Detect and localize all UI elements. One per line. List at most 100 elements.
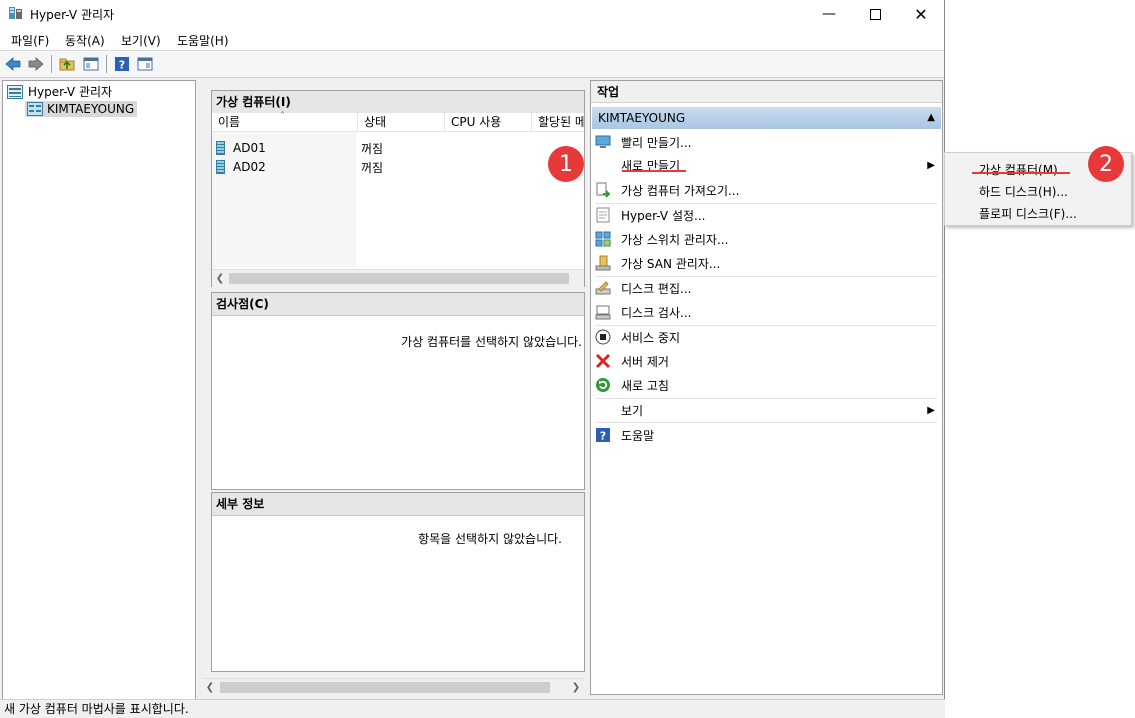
annotation-underline-vm — [972, 172, 1070, 174]
vm-icon — [216, 160, 225, 174]
inspect-disk-icon — [595, 304, 611, 320]
toolbar-separator — [51, 55, 52, 73]
tree-root-hyperv[interactable]: Hyper-V 관리자 — [7, 83, 112, 100]
help-icon: ? — [595, 427, 611, 443]
minimize-icon: — — [822, 6, 836, 22]
vm-name: AD02 — [233, 160, 266, 174]
submenu-arrow-icon: ▶ — [927, 404, 935, 416]
window-title: Hyper-V 관리자 — [30, 8, 115, 22]
forward-arrow-icon — [28, 57, 44, 71]
import-vm-icon — [595, 182, 611, 198]
server-icon — [27, 102, 43, 116]
details-panel: 세부 정보 항목을 선택하지 않았습니다. — [211, 492, 585, 672]
up-folder-button[interactable] — [58, 55, 76, 73]
submenu-item-floppy-disk[interactable]: 플로피 디스크(F)... — [979, 205, 1077, 222]
blank-icon — [595, 157, 611, 173]
console-tree: Hyper-V 관리자 KIMTAEYOUNG — [2, 80, 196, 700]
vm-name: AD01 — [233, 141, 266, 155]
submenu-item-hard-disk[interactable]: 하드 디스크(H)... — [979, 183, 1068, 200]
action-pane-button[interactable] — [136, 55, 154, 73]
help-button[interactable]: ? — [113, 55, 131, 73]
actions-group-label: KIMTAEYOUNG — [598, 111, 686, 125]
hyperv-app-icon — [9, 7, 22, 19]
action-stop-service[interactable]: 서비스 중지 — [595, 326, 937, 348]
title-bar: Hyper-V 관리자 — ✕ — [0, 0, 944, 28]
submenu-arrow-icon: ▶ — [927, 159, 935, 171]
menu-file[interactable]: 파일(F) — [11, 32, 49, 49]
action-view[interactable]: 보기 ▶ — [595, 399, 937, 421]
remove-icon — [595, 353, 611, 369]
scroll-right-icon[interactable]: ❯ — [568, 679, 584, 696]
action-inspect-disk[interactable]: 디스크 검사... — [595, 301, 937, 323]
sort-ascending-icon: ˄ — [280, 111, 285, 122]
back-button[interactable] — [4, 55, 22, 73]
action-import-vm[interactable]: 가상 컴퓨터 가져오기... — [595, 179, 937, 201]
action-edit-disk[interactable]: 디스크 편집... — [595, 277, 937, 299]
quick-create-icon — [595, 134, 611, 150]
submenu-item-virtual-machine[interactable]: 가상 컴퓨터(M)... — [979, 161, 1069, 178]
collapse-up-icon[interactable]: ▲ — [927, 107, 935, 129]
vm-icon — [216, 141, 225, 155]
toolbar-separator — [106, 55, 107, 73]
action-pane-icon — [137, 57, 153, 71]
action-remove-server[interactable]: 서버 제거 — [595, 350, 937, 372]
annotation-badge-2: 2 — [1088, 146, 1124, 182]
tree-root-label: Hyper-V 관리자 — [28, 85, 113, 99]
action-new[interactable]: 새로 만들기 ▶ — [595, 154, 937, 176]
vm-panel: 가상 컴퓨터(I) 이름 ˄ 상태 CPU 사용 할당된 메 AD01 꺼짐 A… — [211, 90, 585, 287]
details-empty-message: 항목을 선택하지 않았습니다. — [418, 532, 562, 546]
scroll-left-icon[interactable]: ❮ — [202, 679, 218, 696]
column-state[interactable]: 상태 — [358, 113, 445, 131]
menu-view[interactable]: 보기(V) — [121, 32, 161, 49]
vm-row[interactable]: AD01 꺼짐 — [216, 139, 576, 157]
vm-column-header: 이름 ˄ 상태 CPU 사용 할당된 메 — [212, 111, 584, 132]
action-refresh[interactable]: 새로 고침 — [595, 374, 937, 396]
help-icon: ? — [115, 57, 129, 72]
minimize-button[interactable]: — — [806, 0, 852, 28]
vm-row[interactable]: AD02 꺼짐 — [216, 158, 576, 176]
close-button[interactable]: ✕ — [898, 0, 944, 28]
scroll-thumb[interactable] — [220, 682, 550, 693]
actions-separator — [595, 422, 937, 423]
action-virtual-san[interactable]: 가상 SAN 관리자... — [595, 252, 937, 274]
scroll-thumb[interactable] — [229, 273, 569, 284]
action-hyperv-settings[interactable]: Hyper-V 설정... — [595, 204, 937, 226]
vm-state: 꺼짐 — [361, 160, 384, 175]
annotation-badge-1: 1 — [548, 146, 584, 182]
menu-action[interactable]: 동작(A) — [65, 32, 105, 49]
checkpoint-panel: 검사점(C) 가상 컴퓨터를 선택하지 않았습니다. — [211, 292, 585, 490]
vm-state: 꺼짐 — [361, 141, 384, 156]
tree-item-server[interactable]: KIMTAEYOUNG — [25, 101, 138, 117]
console-tree-icon — [83, 57, 99, 71]
checkpoint-empty-message: 가상 컴퓨터를 선택하지 않았습니다. — [401, 335, 582, 349]
column-cpu[interactable]: CPU 사용 — [445, 113, 532, 131]
back-arrow-icon — [5, 57, 21, 71]
checkpoint-panel-header: 검사점(C) — [212, 293, 584, 316]
action-virtual-switch[interactable]: 가상 스위치 관리자... — [595, 228, 937, 250]
hyperv-manager-icon — [7, 84, 23, 99]
scroll-left-icon[interactable]: ❮ — [212, 270, 228, 287]
folder-up-icon — [59, 58, 75, 71]
action-quick-create[interactable]: 빨리 만들기... — [595, 131, 937, 153]
status-bar: 새 가상 컴퓨터 마법사를 표시합니다. — [0, 699, 945, 718]
maximize-button[interactable] — [852, 0, 898, 28]
edit-disk-icon — [595, 280, 611, 296]
status-text: 새 가상 컴퓨터 마법사를 표시합니다. — [4, 702, 189, 716]
toolbar: ? — [0, 51, 944, 78]
forward-button[interactable] — [27, 55, 45, 73]
actions-group-server[interactable]: KIMTAEYOUNG ▲ — [592, 107, 941, 129]
column-memory[interactable]: 할당된 메 — [532, 113, 584, 131]
close-icon: ✕ — [914, 4, 928, 24]
san-icon — [595, 255, 611, 271]
column-name[interactable]: 이름 — [212, 113, 358, 131]
actions-pane: 작업 KIMTAEYOUNG ▲ 빨리 만들기... 새로 만들기 ▶ 가상 컴… — [590, 80, 943, 695]
switch-icon — [595, 231, 611, 247]
show-tree-button[interactable] — [82, 55, 100, 73]
center-horizontal-scrollbar[interactable]: ❮ ❯ — [202, 678, 585, 696]
menu-help[interactable]: 도움말(H) — [177, 32, 229, 49]
vm-panel-header: 가상 컴퓨터(I) — [212, 91, 584, 114]
action-help[interactable]: ? 도움말 — [595, 424, 937, 446]
settings-icon — [595, 207, 611, 223]
svg-text:?: ? — [600, 430, 606, 443]
vm-horizontal-scrollbar[interactable]: ❮ — [212, 269, 584, 287]
